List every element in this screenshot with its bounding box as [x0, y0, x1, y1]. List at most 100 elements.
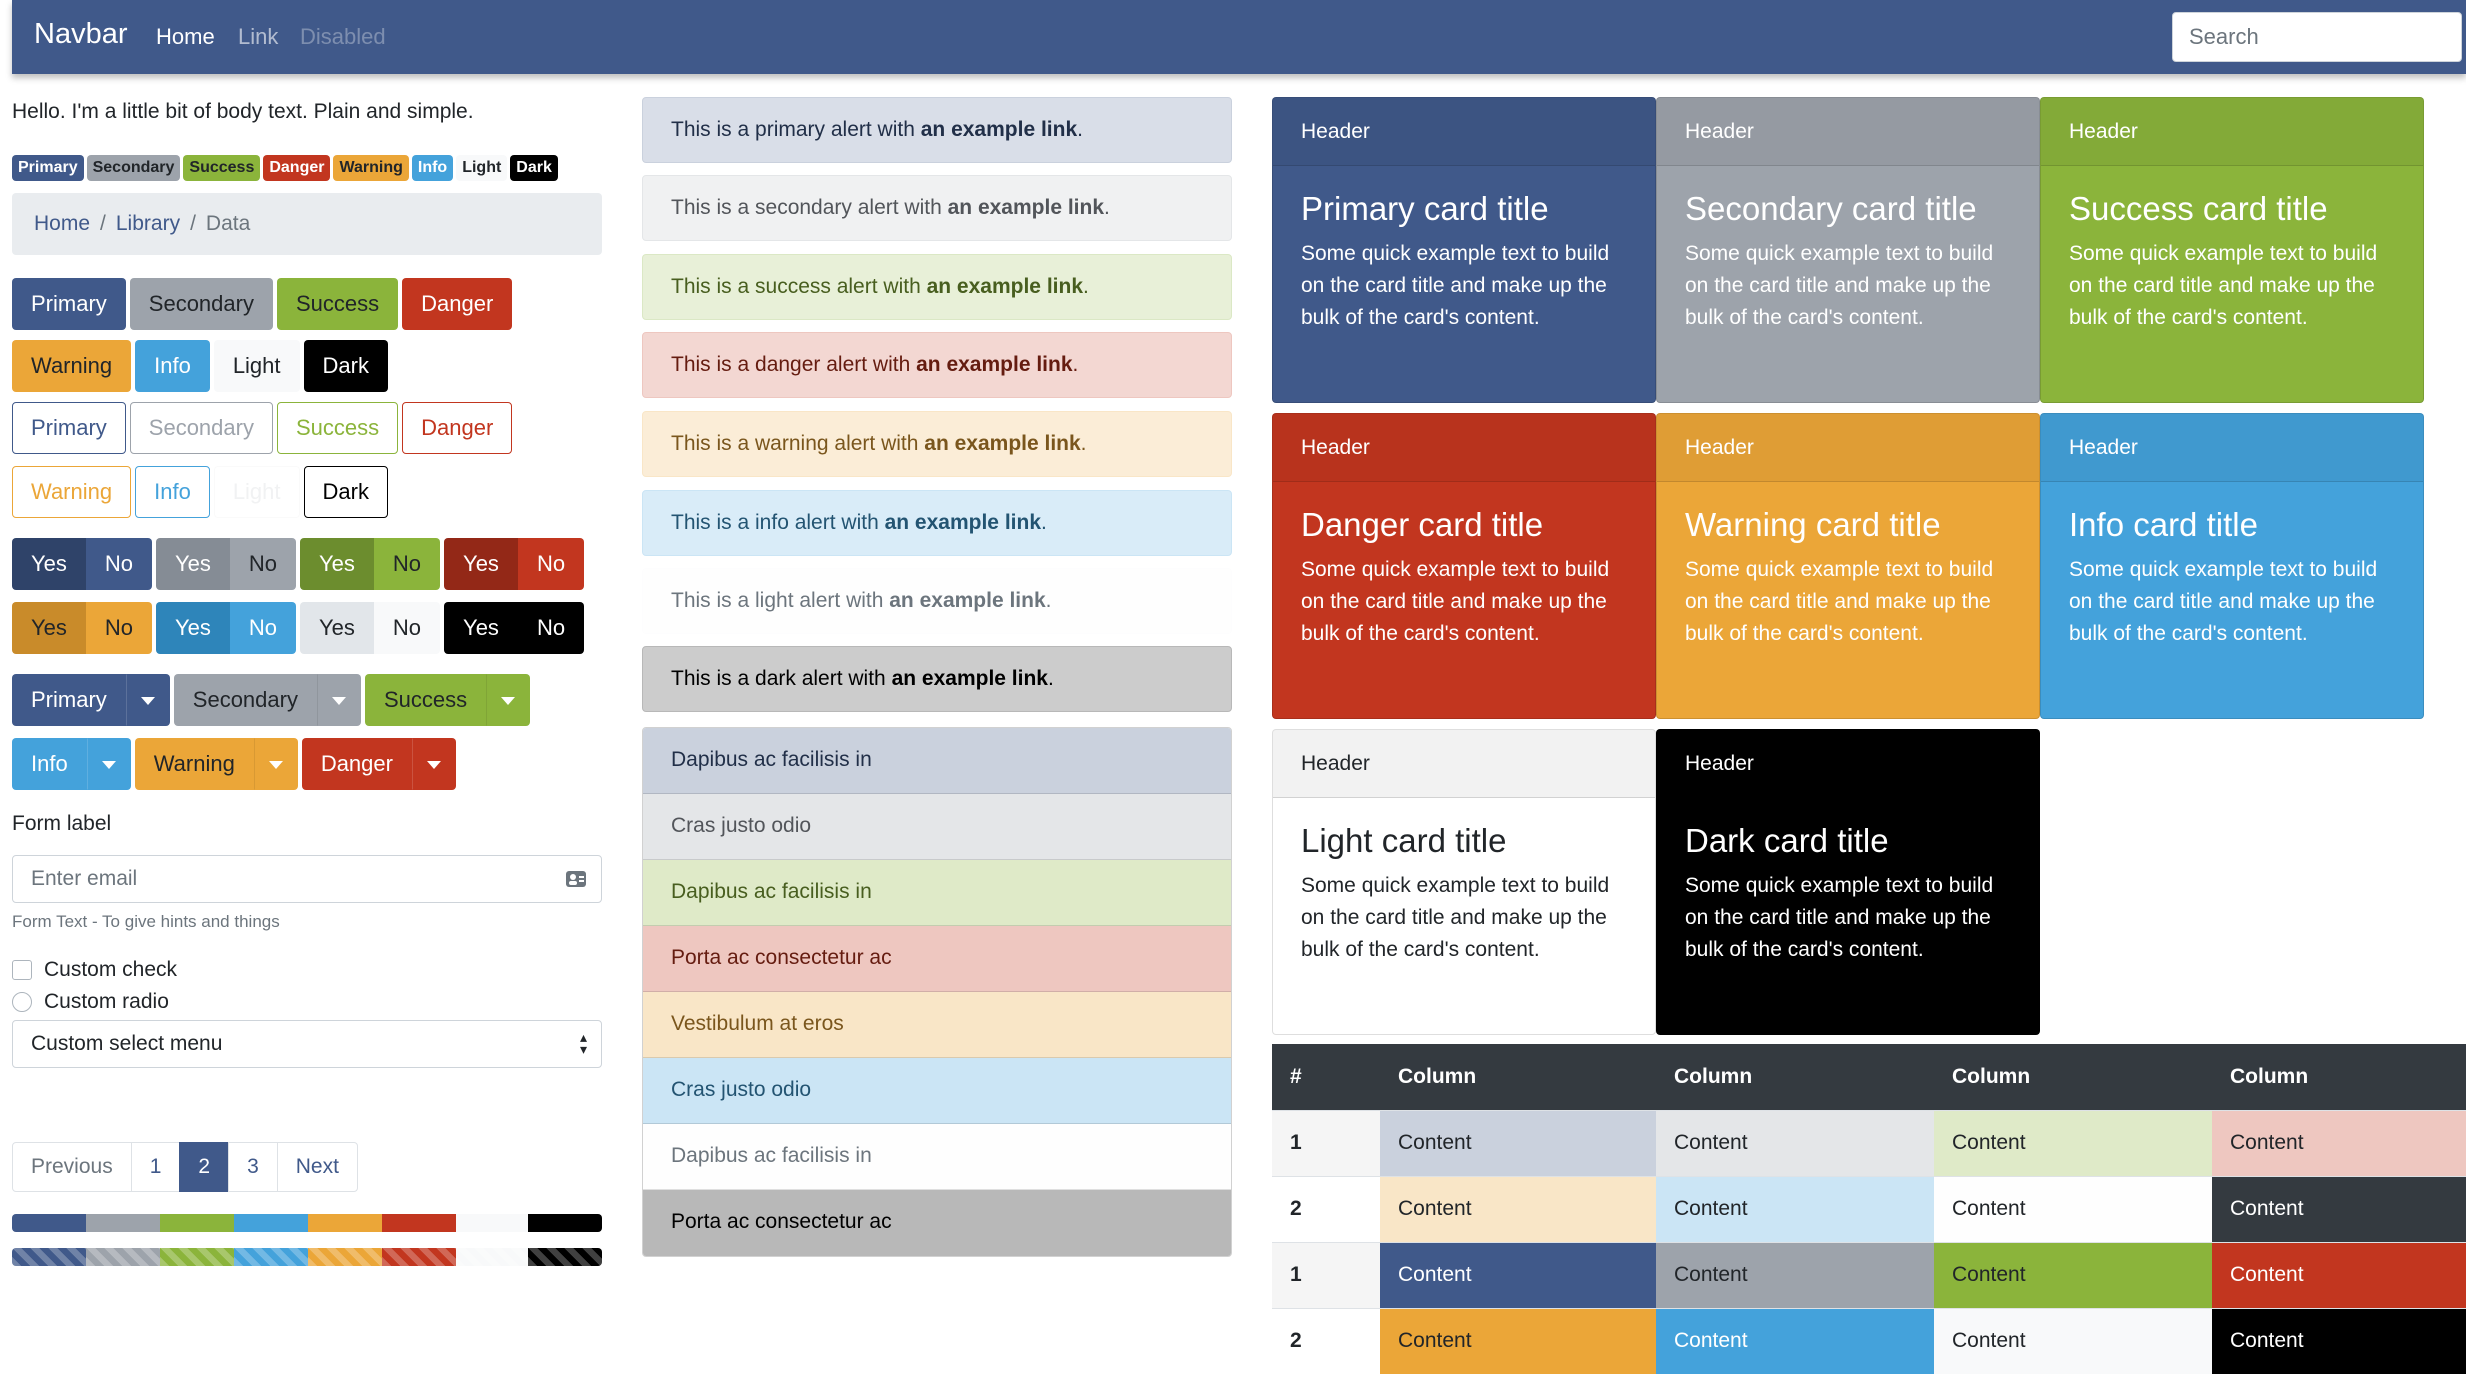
toggle-yes-button[interactable]: Yes [12, 602, 86, 654]
caret-down-icon [331, 697, 346, 706]
pagination-page-1[interactable]: 1 [130, 1142, 181, 1192]
custom-select-value: Custom select menu [31, 1032, 223, 1055]
primary-button[interactable]: Primary [12, 278, 126, 330]
table-cell: Content [1380, 1175, 1656, 1242]
toggle-yes-button[interactable]: Yes [12, 538, 86, 590]
custom-radio[interactable]: Custom radio [12, 990, 169, 1014]
split-success-button[interactable]: Success [364, 674, 487, 726]
table-cell: 2 [1272, 1307, 1380, 1374]
list-item[interactable]: Cras justo odio [643, 794, 1231, 860]
table-row: 2 Content Content Content Content [1272, 1175, 2466, 1242]
autofill-contact-icon[interactable] [565, 868, 589, 890]
alert-suffix: . [1072, 353, 1079, 376]
nav-link-link[interactable]: Link [238, 24, 278, 50]
email-input[interactable]: Enter email [12, 855, 602, 903]
alert-text: This is a warning alert with [671, 432, 925, 455]
outline-primary-button[interactable]: Primary [12, 402, 126, 454]
outline-warning-button[interactable]: Warning [12, 466, 132, 518]
toggle-yes-button[interactable]: Yes [300, 602, 374, 654]
list-group: Dapibus ac facilisis in Cras justo odio … [642, 727, 1232, 1257]
list-item[interactable]: Porta ac consectetur ac [643, 1190, 1231, 1256]
list-item[interactable]: Porta ac consectetur ac [643, 926, 1231, 992]
list-item[interactable]: Cras justo odio [643, 1058, 1231, 1124]
dropdown-toggle-button[interactable] [486, 674, 531, 726]
outline-buttons-row-2: Warning Info Light Dark [12, 466, 392, 518]
split-danger-button[interactable]: Danger [301, 738, 412, 790]
progress-segment-secondary [86, 1214, 160, 1232]
alert-link[interactable]: an example link [927, 275, 1083, 298]
pagination-previous[interactable]: Previous [12, 1142, 132, 1192]
toggle-yes-button[interactable]: Yes [156, 602, 230, 654]
alert-link[interactable]: an example link [924, 432, 1080, 455]
dropdown-toggle-button[interactable] [86, 738, 131, 790]
alert-link[interactable]: an example link [885, 511, 1041, 534]
dark-button[interactable]: Dark [303, 340, 388, 392]
light-button[interactable]: Light [213, 340, 300, 392]
alert-text: This is a danger alert with [671, 353, 917, 376]
table-cell: Content [2212, 1241, 2466, 1308]
alert-link[interactable]: an example link [892, 667, 1048, 690]
list-item[interactable]: Dapibus ac facilisis in [643, 1124, 1231, 1190]
toggle-no-button[interactable]: No [229, 602, 297, 654]
toggle-yes-button[interactable]: Yes [444, 602, 518, 654]
nav-link-disabled: Disabled [300, 24, 386, 49]
split-info-button[interactable]: Info [12, 738, 87, 790]
toggle-no-button[interactable]: No [517, 602, 585, 654]
secondary-button[interactable]: Secondary [129, 278, 273, 330]
table-cell: Content [1656, 1241, 1934, 1308]
alert-link[interactable]: an example link [921, 118, 1077, 141]
dropdown-toggle-button[interactable] [253, 738, 298, 790]
outline-light-button[interactable]: Light [213, 466, 300, 518]
toggle-yes-button[interactable]: Yes [444, 538, 518, 590]
custom-select[interactable]: Custom select menu ▴ ▾ [12, 1020, 602, 1068]
breadcrumb-library[interactable]: Library [116, 212, 180, 235]
alert-text: This is a success alert with [671, 275, 927, 298]
breadcrumb-home[interactable]: Home [34, 212, 90, 235]
table-cell: Content [1656, 1307, 1934, 1374]
toggle-no-button[interactable]: No [517, 538, 585, 590]
list-item[interactable]: Dapibus ac facilisis in [643, 728, 1231, 794]
warning-button[interactable]: Warning [12, 340, 132, 392]
info-button[interactable]: Info [135, 340, 210, 392]
split-primary-button[interactable]: Primary [12, 674, 126, 726]
custom-check[interactable]: Custom check [12, 958, 177, 982]
toggle-no-button[interactable]: No [373, 538, 441, 590]
caret-down-icon [101, 761, 116, 770]
dropdown-toggle-button[interactable] [125, 674, 170, 726]
card-secondary: Header Secondary card title Some quick e… [1656, 97, 2040, 403]
alert-link[interactable]: an example link [889, 589, 1045, 612]
nav-link-home[interactable]: Home [156, 24, 215, 50]
toggle-yes-button[interactable]: Yes [156, 538, 230, 590]
toggle-no-button[interactable]: No [85, 602, 153, 654]
alert-link[interactable]: an example link [948, 196, 1104, 219]
outline-dark-button[interactable]: Dark [303, 466, 388, 518]
outline-info-button[interactable]: Info [135, 466, 210, 518]
pagination-next[interactable]: Next [276, 1142, 358, 1192]
table-cell: 1 [1272, 1241, 1380, 1308]
checkbox[interactable] [12, 960, 32, 980]
list-item[interactable]: Dapibus ac facilisis in [643, 860, 1231, 926]
toggle-no-button[interactable]: No [373, 602, 441, 654]
navbar-brand[interactable]: Navbar [34, 18, 128, 51]
toggle-no-button[interactable]: No [229, 538, 297, 590]
dropdown-toggle-button[interactable] [411, 738, 456, 790]
pagination-page-3[interactable]: 3 [228, 1142, 278, 1192]
alert-link[interactable]: an example link [916, 353, 1072, 376]
danger-button[interactable]: Danger [402, 278, 513, 330]
search-input[interactable] [2172, 12, 2462, 62]
outline-secondary-button[interactable]: Secondary [129, 402, 273, 454]
pagination-page-2[interactable]: 2 [179, 1142, 230, 1192]
toggle-yes-button[interactable]: Yes [300, 538, 374, 590]
split-secondary-button[interactable]: Secondary [173, 674, 317, 726]
toggle-group-dark: Yes No [444, 602, 585, 654]
split-warning-button[interactable]: Warning [134, 738, 254, 790]
success-button[interactable]: Success [276, 278, 399, 330]
toggle-no-button[interactable]: No [85, 538, 153, 590]
outline-danger-button[interactable]: Danger [402, 402, 513, 454]
alert-primary: This is a primary alert with an example … [642, 97, 1232, 163]
dropdown-toggle-button[interactable] [316, 674, 361, 726]
list-item[interactable]: Vestibulum at eros [643, 992, 1231, 1058]
progress-segment-info [234, 1214, 308, 1232]
outline-success-button[interactable]: Success [276, 402, 399, 454]
radio-button[interactable] [12, 992, 32, 1012]
